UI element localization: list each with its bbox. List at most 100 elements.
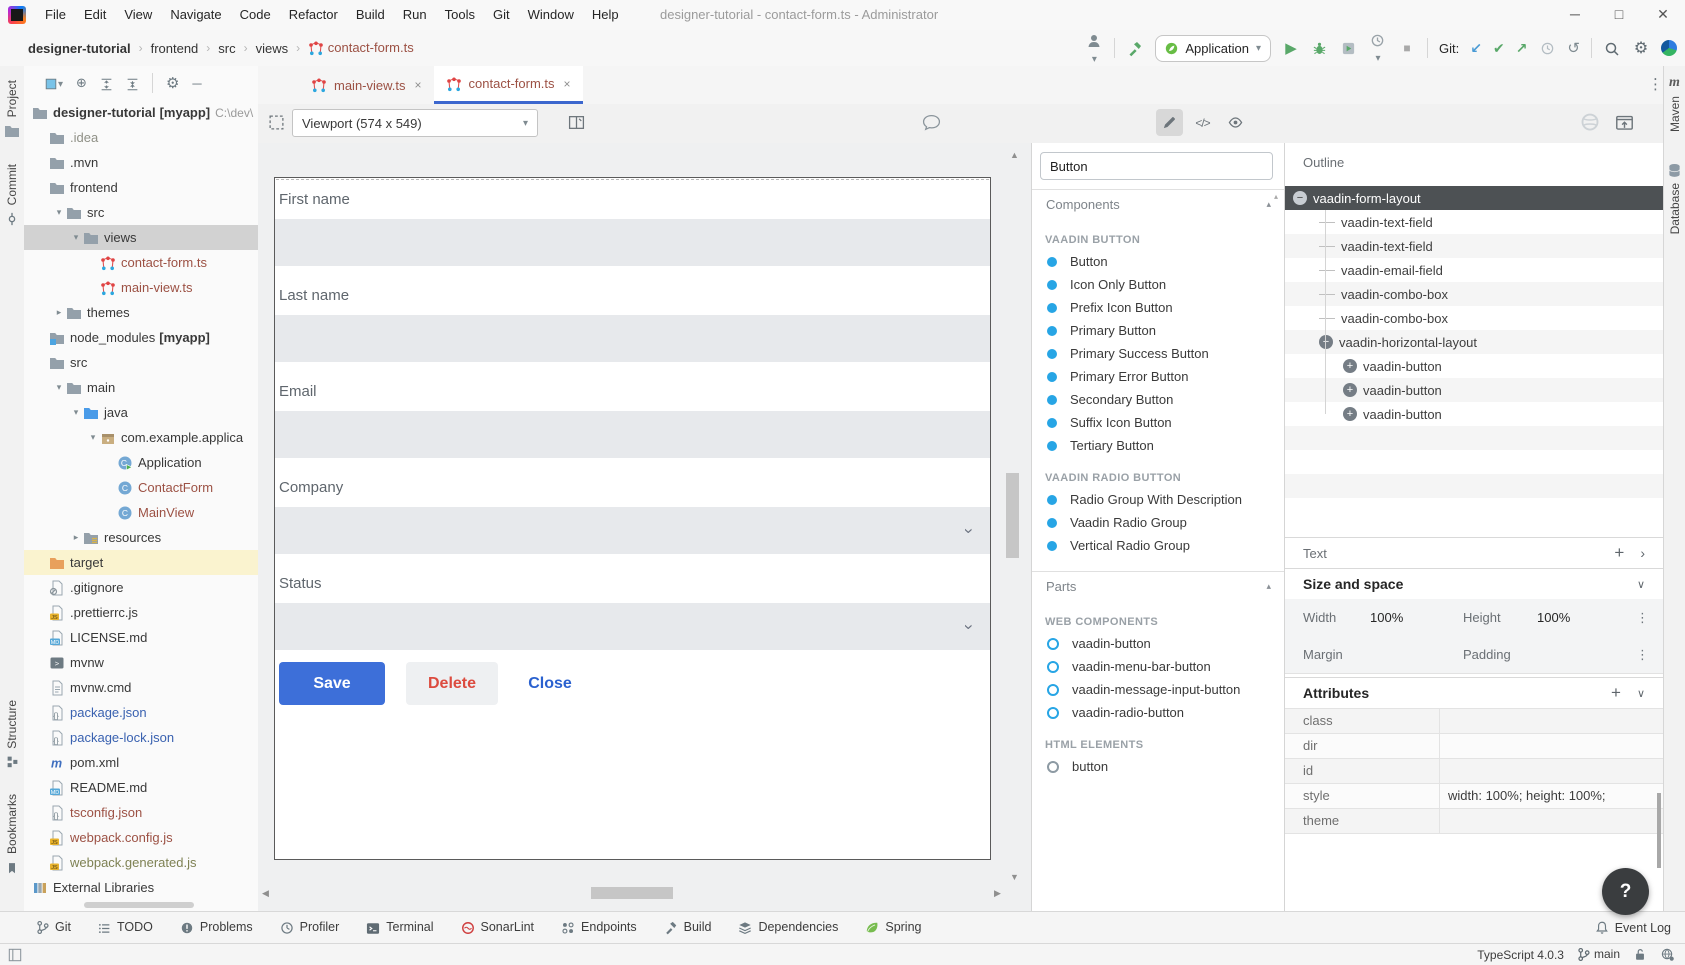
row-menu-icon[interactable]: ⋮ [1636,610,1649,626]
palette-item-vaadin-message-input-button[interactable]: vaadin-message-input-button [1032,678,1285,701]
tree-item-mvnw-cmd[interactable]: mvnw.cmd [24,675,258,700]
attribute-value[interactable]: width: 100%; height: 100%; [1440,784,1663,808]
chevron-down-icon[interactable]: ▾ [52,382,66,393]
tab-main-view-ts[interactable]: main-view.ts× [299,66,434,104]
run-button[interactable]: ▶ [1282,39,1300,57]
tree-item-target[interactable]: target [24,550,258,575]
event-log-button[interactable]: Event Log [1595,912,1671,943]
field-select[interactable]: › [275,507,990,554]
palette-item-vaadin-button[interactable]: vaadin-button [1032,632,1285,655]
tool-window-dependencies[interactable]: Dependencies [738,920,838,935]
palette-item-tertiary-button[interactable]: Tertiary Button [1032,434,1285,457]
tool-window-build[interactable]: Build [664,920,712,935]
tree-item--gitignore[interactable]: .gitignore [24,575,258,600]
attribute-value[interactable] [1440,809,1663,833]
attribute-value[interactable] [1440,759,1663,783]
form-field-status[interactable]: Status› [275,574,990,650]
code-mode-button[interactable]: </> [1189,109,1216,136]
tree-item-themes[interactable]: ▸themes [24,300,258,325]
git-history-icon[interactable] [1538,40,1556,57]
scroll-up-arrow[interactable]: ▲ [1010,150,1019,160]
breadcrumb-item[interactable]: contact-form.ts [306,40,416,56]
palette-item-primary-button[interactable]: Primary Button [1032,319,1285,342]
close-button[interactable]: ✕ [1641,0,1685,30]
attribute-value[interactable] [1440,709,1663,733]
chevron-down-icon[interactable]: › [959,624,979,630]
menu-file[interactable]: File [36,0,75,30]
chevron-down-icon[interactable]: ▾ [52,207,66,218]
outline-node-vaadin-button[interactable]: +vaadin-button [1285,402,1663,426]
palette-item-vaadin-radio-button[interactable]: vaadin-radio-button [1032,701,1285,724]
design-canvas[interactable]: First nameLast nameEmailCompany›Status› … [274,177,991,860]
field-input[interactable] [275,315,990,362]
tree-item-contact-form-ts[interactable]: contact-form.ts [24,250,258,275]
attribute-value[interactable] [1440,734,1663,758]
close-icon[interactable]: × [415,78,422,92]
menu-git[interactable]: Git [484,0,519,30]
feedback-bubble-icon[interactable] [922,114,941,131]
palette-item-primary-success-button[interactable]: Primary Success Button [1032,342,1285,365]
tree-item--prettierrc-js[interactable]: JS.prettierrc.js [24,600,258,625]
sidebar-item-database[interactable]: Database [1668,162,1682,234]
tree-item-application[interactable]: CApplication [24,450,258,475]
width-value[interactable]: 100% [1370,610,1463,625]
viewport-size-select[interactable]: Viewport (574 x 549) ▾ [292,109,538,137]
tool-window-problems[interactable]: Problems [180,920,253,935]
tree-item-src[interactable]: ▾src [24,200,258,225]
tree-item-frontend[interactable]: frontend [24,175,258,200]
palette-item-secondary-button[interactable]: Secondary Button [1032,388,1285,411]
settings-gear-icon[interactable]: ⚙ [1632,38,1650,58]
expand-all-icon[interactable] [100,75,113,90]
tree-item-main[interactable]: ▾main [24,375,258,400]
vertical-scrollbar[interactable] [1006,473,1019,558]
palette-item-primary-error-button[interactable]: Primary Error Button [1032,365,1285,388]
scroll-down-arrow[interactable]: ▼ [1010,872,1019,882]
breadcrumb-item[interactable]: frontend [149,41,201,56]
form-field-last-name[interactable]: Last name [275,286,990,362]
palette-item-prefix-icon-button[interactable]: Prefix Icon Button [1032,296,1285,319]
outline-node-vaadin-button[interactable]: +vaadin-button [1285,354,1663,378]
form-field-email[interactable]: Email [275,382,990,458]
attributes-section-header[interactable]: Attributes +∨ [1285,677,1663,708]
tool-window-todo[interactable]: TODO [98,920,153,934]
add-attribute-icon[interactable]: + [1611,683,1621,703]
debug-button[interactable] [1311,40,1329,57]
breadcrumb-item[interactable]: designer-tutorial [26,41,133,56]
outline-node-vaadin-horizontal-layout[interactable]: −vaadin-horizontal-layout [1285,330,1663,354]
palette-item-vaadin-radio-group[interactable]: Vaadin Radio Group [1032,511,1285,534]
outline-node-vaadin-combo-box[interactable]: vaadin-combo-box [1285,282,1663,306]
tree-item-mainview[interactable]: CMainView [24,500,258,525]
menu-edit[interactable]: Edit [75,0,115,30]
lock-icon[interactable] [1633,947,1647,962]
typescript-version[interactable]: TypeScript 4.0.3 [1477,948,1564,962]
outline-node-vaadin-email-field[interactable]: vaadin-email-field [1285,258,1663,282]
chevron-down-icon[interactable]: ∨ [1637,578,1645,591]
outline-node-vaadin-combo-box[interactable]: vaadin-combo-box [1285,306,1663,330]
menu-run[interactable]: Run [394,0,436,30]
sidebar-item-commit[interactable]: Commit [5,164,19,226]
tree-item-views[interactable]: ▾views [24,225,258,250]
tree-item-node-modules[interactable]: node_modules[myapp] [24,325,258,350]
tree-item-com-example-applica[interactable]: ▾com.example.applica [24,425,258,450]
locate-icon[interactable]: ⊕ [76,75,87,91]
components-section-header[interactable]: Components ▴ [1032,189,1285,219]
tree-item-tsconfig-json[interactable]: {}tsconfig.json [24,800,258,825]
tree-item-external-libraries[interactable]: External Libraries [24,875,258,900]
chevron-down-icon[interactable]: ▾ [69,407,83,418]
git-branch-widget[interactable]: main [1577,947,1620,962]
chevron-right-icon[interactable]: › [1640,545,1645,561]
collapse-all-icon[interactable] [126,75,139,90]
sidebar-item-bookmarks[interactable]: Bookmarks [5,794,19,875]
breadcrumb-item[interactable]: src [216,41,237,56]
palette-item-suffix-icon-button[interactable]: Suffix Icon Button [1032,411,1285,434]
scroll-left-arrow[interactable]: ◀ [262,888,269,899]
tree-item-pom-xml[interactable]: mpom.xml [24,750,258,775]
tree-item-java[interactable]: ▾java [24,400,258,425]
tree-item-readme-md[interactable]: MDREADME.md [24,775,258,800]
collapse-arrow-icon[interactable]: ▴ [1266,199,1271,210]
parts-section-header[interactable]: Parts ▴ [1032,571,1285,601]
tool-window-sonarlint[interactable]: SonarLint [461,920,535,935]
field-input[interactable] [275,411,990,458]
code-with-me-icon[interactable] [1661,40,1677,56]
sidebar-item-maven[interactable]: mMaven [1668,74,1682,132]
